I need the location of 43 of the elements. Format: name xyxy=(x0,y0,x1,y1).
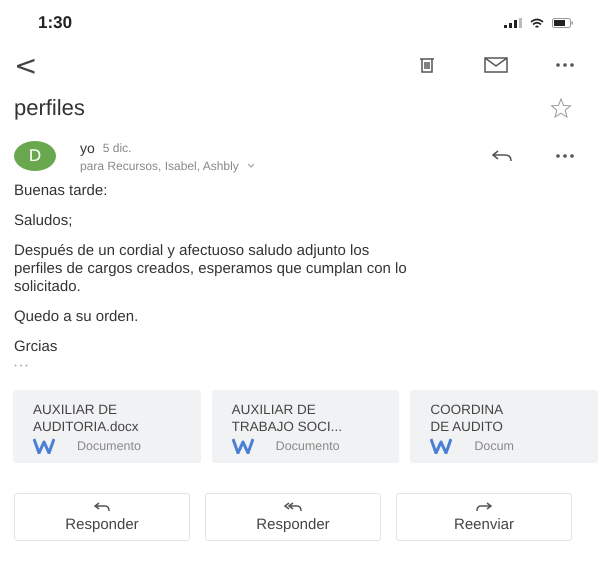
chevron-down-icon[interactable] xyxy=(246,163,255,168)
more-icon[interactable] xyxy=(556,63,574,67)
message-date: 5 dic. xyxy=(102,140,132,154)
more-icon[interactable] xyxy=(556,154,574,158)
attachment-name: DE AUDITO xyxy=(430,418,503,435)
attachment-name: COORDINA xyxy=(430,401,504,418)
attachment-name: AUXILIAR DE xyxy=(232,401,316,418)
email-subject: perfiles xyxy=(14,95,85,121)
battery-icon xyxy=(552,18,574,28)
reply-icon[interactable] xyxy=(492,150,512,162)
message-text: Grcias xyxy=(14,338,58,356)
action-button[interactable]: Reenviar xyxy=(396,493,572,541)
attachment-name: TRABAJO SOCI... xyxy=(232,418,342,435)
attachment-card[interactable]: AUXILIAR DE TRABAJO SOCI... Documento xyxy=(212,390,400,463)
action-button[interactable]: Responder xyxy=(205,493,381,541)
recipients[interactable]: para Recursos, Isabel, Ashbly xyxy=(80,158,239,172)
sender-avatar: D xyxy=(14,141,56,171)
action-button[interactable]: Responder xyxy=(14,493,190,541)
forward-icon xyxy=(476,502,492,512)
message-text: Buenas tarde: xyxy=(14,182,108,200)
reply-icon xyxy=(94,502,110,512)
reply-all-icon xyxy=(284,502,302,512)
back-button[interactable]: < xyxy=(14,48,38,82)
attachment-card[interactable]: COORDINA DE AUDITO Docum xyxy=(410,390,598,463)
signal-icon xyxy=(504,18,522,28)
attachment-card[interactable]: AUXILIAR DE AUDITORIA.docx Documento xyxy=(13,390,201,463)
word-document-icon xyxy=(33,438,55,454)
star-icon[interactable] xyxy=(550,98,572,118)
mail-icon[interactable] xyxy=(484,57,508,73)
attachment-name: AUDITORIA.docx xyxy=(33,418,139,435)
message-text: Después de un cordial y afectuoso saludo adjunto los perfiles de cargos creados, esperamos que cumplan con lo solicitado. xyxy=(14,242,408,296)
attachment-type: Docum xyxy=(474,439,514,453)
attachment-name: AUXILIAR DE xyxy=(33,401,118,418)
word-document-icon xyxy=(430,438,452,454)
status-time: 1:30 xyxy=(38,13,72,33)
attachment-type: Documento xyxy=(276,439,340,453)
word-document-icon xyxy=(232,438,254,454)
attachment-type: Documento xyxy=(77,439,141,453)
wifi-icon xyxy=(530,18,544,28)
sender-name: yo xyxy=(80,140,95,156)
trash-icon[interactable] xyxy=(418,56,436,74)
message-text: Quedo a su orden. xyxy=(14,308,140,326)
message-text: Saludos; xyxy=(14,212,74,230)
